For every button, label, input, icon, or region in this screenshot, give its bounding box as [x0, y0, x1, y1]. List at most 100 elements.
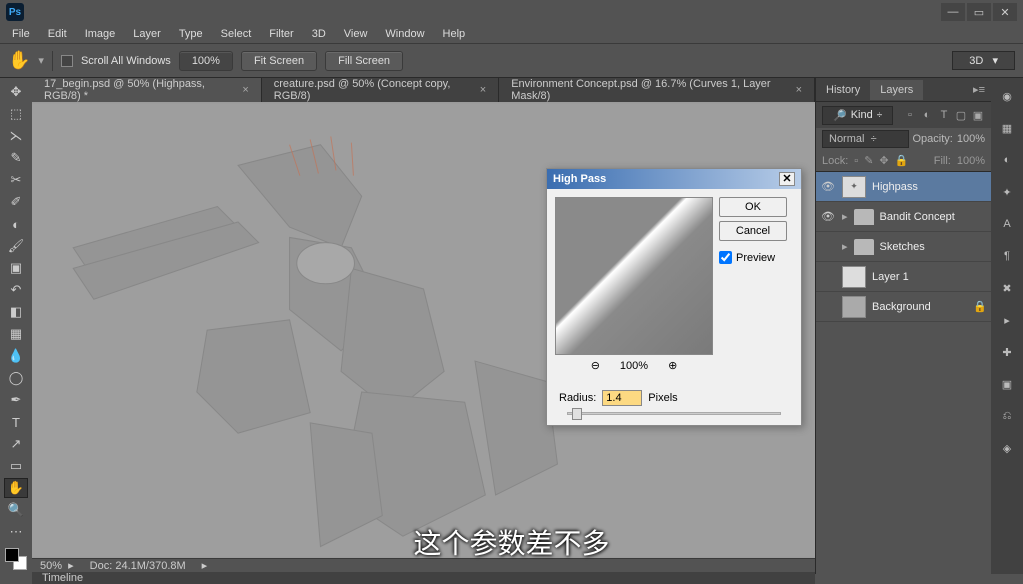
menu-view[interactable]: View: [336, 26, 376, 42]
3d-mode-select[interactable]: 3D ▾: [952, 51, 1015, 70]
zoom-tool[interactable]: 🔍: [4, 500, 28, 520]
paragraph-panel-icon[interactable]: ¶: [997, 246, 1017, 266]
ok-button[interactable]: OK: [719, 197, 787, 217]
dodge-tool[interactable]: ◯: [4, 368, 28, 388]
zoom-level-button[interactable]: 100%: [179, 51, 233, 71]
paths-panel-icon[interactable]: ◈: [997, 438, 1017, 458]
channels-panel-icon[interactable]: ⎌: [997, 406, 1017, 426]
lasso-tool[interactable]: ⋋: [4, 126, 28, 146]
zoom-in-icon[interactable]: ⊕: [668, 359, 677, 372]
type-tool[interactable]: T: [4, 412, 28, 432]
eyedropper-tool[interactable]: ✐: [4, 192, 28, 212]
blend-mode-select[interactable]: Normal ÷: [822, 130, 909, 148]
radius-input[interactable]: 1.4: [602, 390, 642, 406]
radius-slider[interactable]: [567, 412, 781, 415]
tab-3[interactable]: Environment Concept.psd @ 16.7% (Curves …: [499, 78, 815, 102]
fill-screen-button[interactable]: Fill Screen: [325, 51, 403, 71]
expand-icon[interactable]: ▸: [842, 210, 848, 223]
filter-pixel-icon[interactable]: ▫: [903, 109, 917, 122]
filter-shape-icon[interactable]: ▢: [954, 109, 968, 122]
edit-toolbar[interactable]: ⋯: [4, 522, 28, 542]
dialog-close-button[interactable]: ✕: [779, 172, 795, 186]
shape-tool[interactable]: ▭: [4, 456, 28, 476]
menu-layer[interactable]: Layer: [125, 26, 169, 42]
marquee-tool[interactable]: ⬚: [4, 104, 28, 124]
hand-tool[interactable]: ✋: [4, 478, 28, 498]
layer-bandit-concept[interactable]: 👁 ▸ Bandit Concept: [816, 202, 991, 232]
styles-panel-icon[interactable]: ✦: [997, 182, 1017, 202]
adjustments-panel-icon[interactable]: ◐: [997, 150, 1017, 170]
menu-type[interactable]: Type: [171, 26, 211, 42]
layers-tab[interactable]: Layers: [870, 80, 923, 100]
menu-filter[interactable]: Filter: [261, 26, 301, 42]
actions-panel-icon[interactable]: ▸: [997, 310, 1017, 330]
tab-1[interactable]: 17_begin.psd @ 50% (Highpass, RGB/8) *×: [32, 78, 262, 102]
character-panel-icon[interactable]: A: [997, 214, 1017, 234]
lock-pixels-icon[interactable]: ▫: [854, 155, 858, 167]
tab-2-close[interactable]: ×: [480, 84, 486, 96]
navigator-panel-icon[interactable]: ▣: [997, 374, 1017, 394]
tab-3-close[interactable]: ×: [796, 84, 802, 96]
minimize-button[interactable]: —: [941, 3, 965, 21]
cancel-button[interactable]: Cancel: [719, 221, 787, 241]
opacity-value[interactable]: 100%: [957, 133, 985, 145]
layer-layer1[interactable]: Layer 1: [816, 262, 991, 292]
filter-type-icon[interactable]: T: [937, 109, 951, 122]
gradient-tool[interactable]: ▦: [4, 324, 28, 344]
close-button[interactable]: ✕: [993, 3, 1017, 21]
tab-2[interactable]: creature.psd @ 50% (Concept copy, RGB/8)…: [262, 78, 499, 102]
layer-background[interactable]: Background 🔒: [816, 292, 991, 322]
panel-menu-icon[interactable]: ▸≡: [967, 83, 991, 96]
info-panel-icon[interactable]: ✚: [997, 342, 1017, 362]
menu-window[interactable]: Window: [377, 26, 432, 42]
dialog-preview[interactable]: [555, 197, 713, 355]
color-swatch[interactable]: [5, 548, 27, 570]
layer-sketches[interactable]: ▸ Sketches: [816, 232, 991, 262]
zoom-out-icon[interactable]: ⊖: [591, 359, 600, 372]
brush-tool[interactable]: 🖌: [4, 236, 28, 256]
menu-file[interactable]: File: [4, 26, 38, 42]
swatches-panel-icon[interactable]: ▦: [997, 118, 1017, 138]
lock-all-icon[interactable]: 🔒: [895, 154, 909, 167]
fit-screen-button[interactable]: Fit Screen: [241, 51, 317, 71]
dialog-titlebar[interactable]: High Pass ✕: [547, 169, 801, 189]
slider-thumb[interactable]: [572, 408, 582, 420]
color-panel-icon[interactable]: ◉: [997, 86, 1017, 106]
move-tool[interactable]: ✥: [4, 82, 28, 102]
eraser-tool[interactable]: ◧: [4, 302, 28, 322]
filter-kind-select[interactable]: 🔎 Kind ÷: [822, 106, 893, 125]
history-brush-tool[interactable]: ↶: [4, 280, 28, 300]
status-arrow-icon[interactable]: ▸: [202, 559, 208, 572]
visibility-icon[interactable]: 👁: [820, 180, 836, 193]
layer-highpass[interactable]: 👁 ✦ Highpass: [816, 172, 991, 202]
filter-smart-icon[interactable]: ▣: [971, 109, 985, 122]
menu-select[interactable]: Select: [213, 26, 260, 42]
menu-edit[interactable]: Edit: [40, 26, 75, 42]
status-zoom[interactable]: 50% ▸: [40, 559, 74, 572]
visibility-icon[interactable]: 👁: [820, 210, 836, 223]
path-tool[interactable]: ↗: [4, 434, 28, 454]
filter-adjust-icon[interactable]: ◐: [920, 109, 934, 122]
tool-dropdown-icon[interactable]: ▾: [38, 54, 44, 67]
tab-1-close[interactable]: ×: [242, 84, 248, 96]
properties-panel-icon[interactable]: ✖: [997, 278, 1017, 298]
lock-position-icon[interactable]: ✥: [879, 154, 888, 167]
blur-tool[interactable]: 💧: [4, 346, 28, 366]
quick-select-tool[interactable]: ✎: [4, 148, 28, 168]
fill-value[interactable]: 100%: [957, 155, 985, 167]
pen-tool[interactable]: ✒: [4, 390, 28, 410]
hand-tool-icon[interactable]: ✋: [8, 50, 30, 71]
stamp-tool[interactable]: ▣: [4, 258, 28, 278]
menu-3d[interactable]: 3D: [304, 26, 334, 42]
preview-checkbox[interactable]: [719, 251, 732, 264]
expand-icon[interactable]: ▸: [842, 240, 848, 253]
scroll-all-checkbox[interactable]: [61, 55, 73, 67]
menu-help[interactable]: Help: [435, 26, 474, 42]
heal-tool[interactable]: ◐: [4, 214, 28, 234]
menu-image[interactable]: Image: [77, 26, 124, 42]
timeline-panel-tab[interactable]: Timeline: [32, 572, 815, 584]
lock-brush-icon[interactable]: ✎: [864, 154, 873, 167]
crop-tool[interactable]: ✂: [4, 170, 28, 190]
maximize-button[interactable]: ▭: [967, 3, 991, 21]
history-tab[interactable]: History: [816, 80, 870, 100]
